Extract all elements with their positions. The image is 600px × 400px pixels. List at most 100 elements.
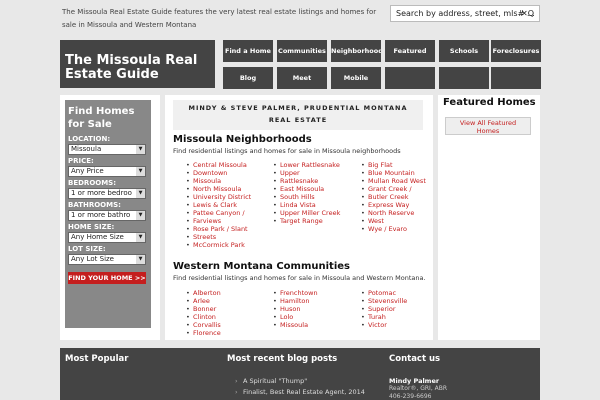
community-link[interactable]: Lolo — [273, 313, 358, 321]
bathrooms-value: 1 or more bathro — [71, 211, 131, 219]
nav-blog[interactable]: Blog — [223, 67, 273, 89]
community-link[interactable]: Stevensville — [361, 297, 431, 305]
chevron-down-icon: ▼ — [136, 167, 145, 176]
chevron-down-icon: ▼ — [136, 255, 145, 264]
neighborhood-link[interactable]: Farviews — [186, 217, 268, 225]
nav-meet[interactable]: Meet — [277, 67, 327, 89]
neighborhood-link[interactable]: Wye / Evaro — [361, 225, 431, 233]
neighborhood-link[interactable]: Downtown — [186, 169, 268, 177]
blog-post-list: A Spiritual "Thump" Finalist, Best Real … — [235, 376, 365, 398]
neighborhood-link[interactable]: McCormick Park — [186, 241, 268, 249]
neighborhood-link[interactable]: Express Way — [361, 201, 431, 209]
home-size-value: Any Home Size — [71, 233, 124, 241]
find-home-button[interactable]: FIND YOUR HOME >> — [68, 272, 146, 284]
agent-line-1: MINDY & STEVE PALMER, PRUDENTIAL MONTANA — [188, 104, 408, 112]
neighborhood-link[interactable]: Upper Miller Creek — [273, 209, 358, 217]
community-link[interactable]: Potomac — [361, 289, 431, 297]
home-size-select[interactable]: Any Home Size ▼ — [68, 232, 146, 243]
contact-phone[interactable]: 406-239-6696 — [389, 393, 432, 400]
nav-schools[interactable]: Schools — [439, 40, 489, 62]
blog-post-link[interactable]: Finalist, Best Real Estate Agent, 2014 — [235, 387, 365, 398]
featured-title: Featured Homes — [443, 97, 536, 108]
neighborhoods-title: Missoula Neighborhoods — [173, 134, 312, 145]
neighborhood-link[interactable]: West — [361, 217, 431, 225]
neighborhood-link[interactable]: Streets — [186, 233, 268, 241]
neighborhood-link[interactable]: Lower Rattlesnake — [273, 161, 358, 169]
chevron-down-icon: ▼ — [136, 233, 145, 242]
view-all-featured-button[interactable]: View All Featured Homes — [445, 117, 531, 135]
communities-desc: Find residential listings and homes for … — [173, 274, 426, 282]
community-link[interactable]: Victor — [361, 321, 431, 329]
view-all-line-1: View All Featured — [459, 119, 517, 127]
search-placeholder: Search by address, street, mls# … — [396, 9, 535, 18]
neighborhood-link[interactable]: Blue Mountain — [361, 169, 431, 177]
location-select[interactable]: Missoula ▼ — [68, 144, 146, 155]
neighborhood-link[interactable]: North Missoula — [186, 185, 268, 193]
community-link[interactable]: Turah — [361, 313, 431, 321]
lot-size-value: Any Lot Size — [71, 255, 114, 263]
home-finder-widget: Find Homes for Sale LOCATION: Missoula ▼ … — [65, 100, 151, 328]
community-link[interactable]: Arlee — [186, 297, 268, 305]
community-link[interactable]: Superior — [361, 305, 431, 313]
community-link[interactable]: Corvallis — [186, 321, 268, 329]
chevron-down-icon: ▼ — [136, 145, 145, 154]
nav-featured[interactable]: Featured — [385, 40, 435, 62]
neighborhood-link[interactable]: Linda Vista — [273, 201, 358, 209]
neighborhood-link[interactable]: Rattlesnake — [273, 177, 358, 185]
contact-role: Realtor®, GRI, ABR — [389, 385, 448, 392]
site-tagline: The Missoula Real Estate Guide features … — [62, 8, 377, 29]
nav-find-a-home[interactable]: Find a Home — [223, 40, 273, 62]
community-link[interactable]: Frenchtown — [273, 289, 358, 297]
neighborhood-link[interactable]: Big Flat — [361, 161, 431, 169]
search-icon[interactable]: ✕Q — [521, 6, 534, 21]
agent-line-2: REAL ESTATE — [268, 116, 328, 124]
location-label: LOCATION: — [68, 135, 111, 143]
neighborhood-link[interactable]: Central Missoula — [186, 161, 268, 169]
neighborhood-link[interactable]: Rose Park / Slant — [186, 225, 268, 233]
neighborhood-link[interactable]: Missoula — [186, 177, 268, 185]
home-size-label: HOME SIZE: — [68, 223, 115, 231]
finder-title: Find Homes for Sale — [68, 106, 135, 130]
contact-heading: Contact us — [389, 354, 441, 364]
bedrooms-select[interactable]: 1 or more bedroo ▼ — [68, 188, 146, 199]
neighborhood-link[interactable]: Upper — [273, 169, 358, 177]
neighborhood-link[interactable]: Butler Creek — [361, 193, 431, 201]
lot-size-select[interactable]: Any Lot Size ▼ — [68, 254, 146, 265]
community-link[interactable]: Florence — [186, 329, 268, 337]
price-select[interactable]: Any Price ▼ — [68, 166, 146, 177]
site-logo[interactable]: The Missoula Real Estate Guide — [60, 40, 215, 88]
neighborhood-link[interactable]: East Missoula — [273, 185, 358, 193]
neighborhood-link[interactable]: Mullan Road West — [361, 177, 431, 185]
community-link[interactable]: Bonner — [186, 305, 268, 313]
neighborhood-link[interactable]: University District — [186, 193, 268, 201]
nav-neighborhoods[interactable]: Neighborhoods — [331, 40, 381, 62]
community-link[interactable]: Clinton — [186, 313, 268, 321]
neighborhoods-col-1: Central MissoulaDowntownMissoulaNorth Mi… — [186, 161, 268, 249]
neighborhood-link[interactable]: Target Range — [273, 217, 358, 225]
featured-homes-panel: Featured Homes View All Featured Homes — [438, 95, 540, 340]
neighborhood-link[interactable]: Lewis & Clark — [186, 201, 268, 209]
neighborhood-link[interactable]: South Hills — [273, 193, 358, 201]
neighborhood-link[interactable]: North Reserve — [361, 209, 431, 217]
neighborhood-link[interactable]: Pattee Canyon / — [186, 209, 268, 217]
community-link[interactable]: Hamilton — [273, 297, 358, 305]
contact-name: Mindy Palmer — [389, 377, 440, 385]
bathrooms-select[interactable]: 1 or more bathro ▼ — [68, 210, 146, 221]
nav-empty-3[interactable] — [491, 67, 541, 89]
community-link[interactable]: Huson — [273, 305, 358, 313]
nav-mobile[interactable]: Mobile — [331, 67, 381, 89]
blog-post-link[interactable]: A Spiritual "Thump" — [235, 376, 365, 387]
community-link[interactable]: Missoula — [273, 321, 358, 329]
community-link[interactable]: Alberton — [186, 289, 268, 297]
footer: Most Popular Most recent blog posts Cont… — [60, 348, 540, 400]
nav-communities[interactable]: Communities — [277, 40, 327, 62]
nav-empty-1[interactable] — [385, 67, 435, 89]
nav-foreclosures[interactable]: Foreclosures — [491, 40, 541, 62]
neighborhood-link[interactable]: Grant Creek / — [361, 185, 431, 193]
blog-posts-heading: Most recent blog posts — [227, 354, 338, 364]
nav-empty-2[interactable] — [439, 67, 489, 89]
view-all-line-2: Homes — [476, 127, 500, 135]
price-label: PRICE: — [68, 157, 94, 165]
search-input[interactable]: Search by address, street, mls# … ✕Q — [390, 5, 540, 22]
main-nav: Find a Home Communities Neighborhoods Fe… — [223, 40, 541, 89]
